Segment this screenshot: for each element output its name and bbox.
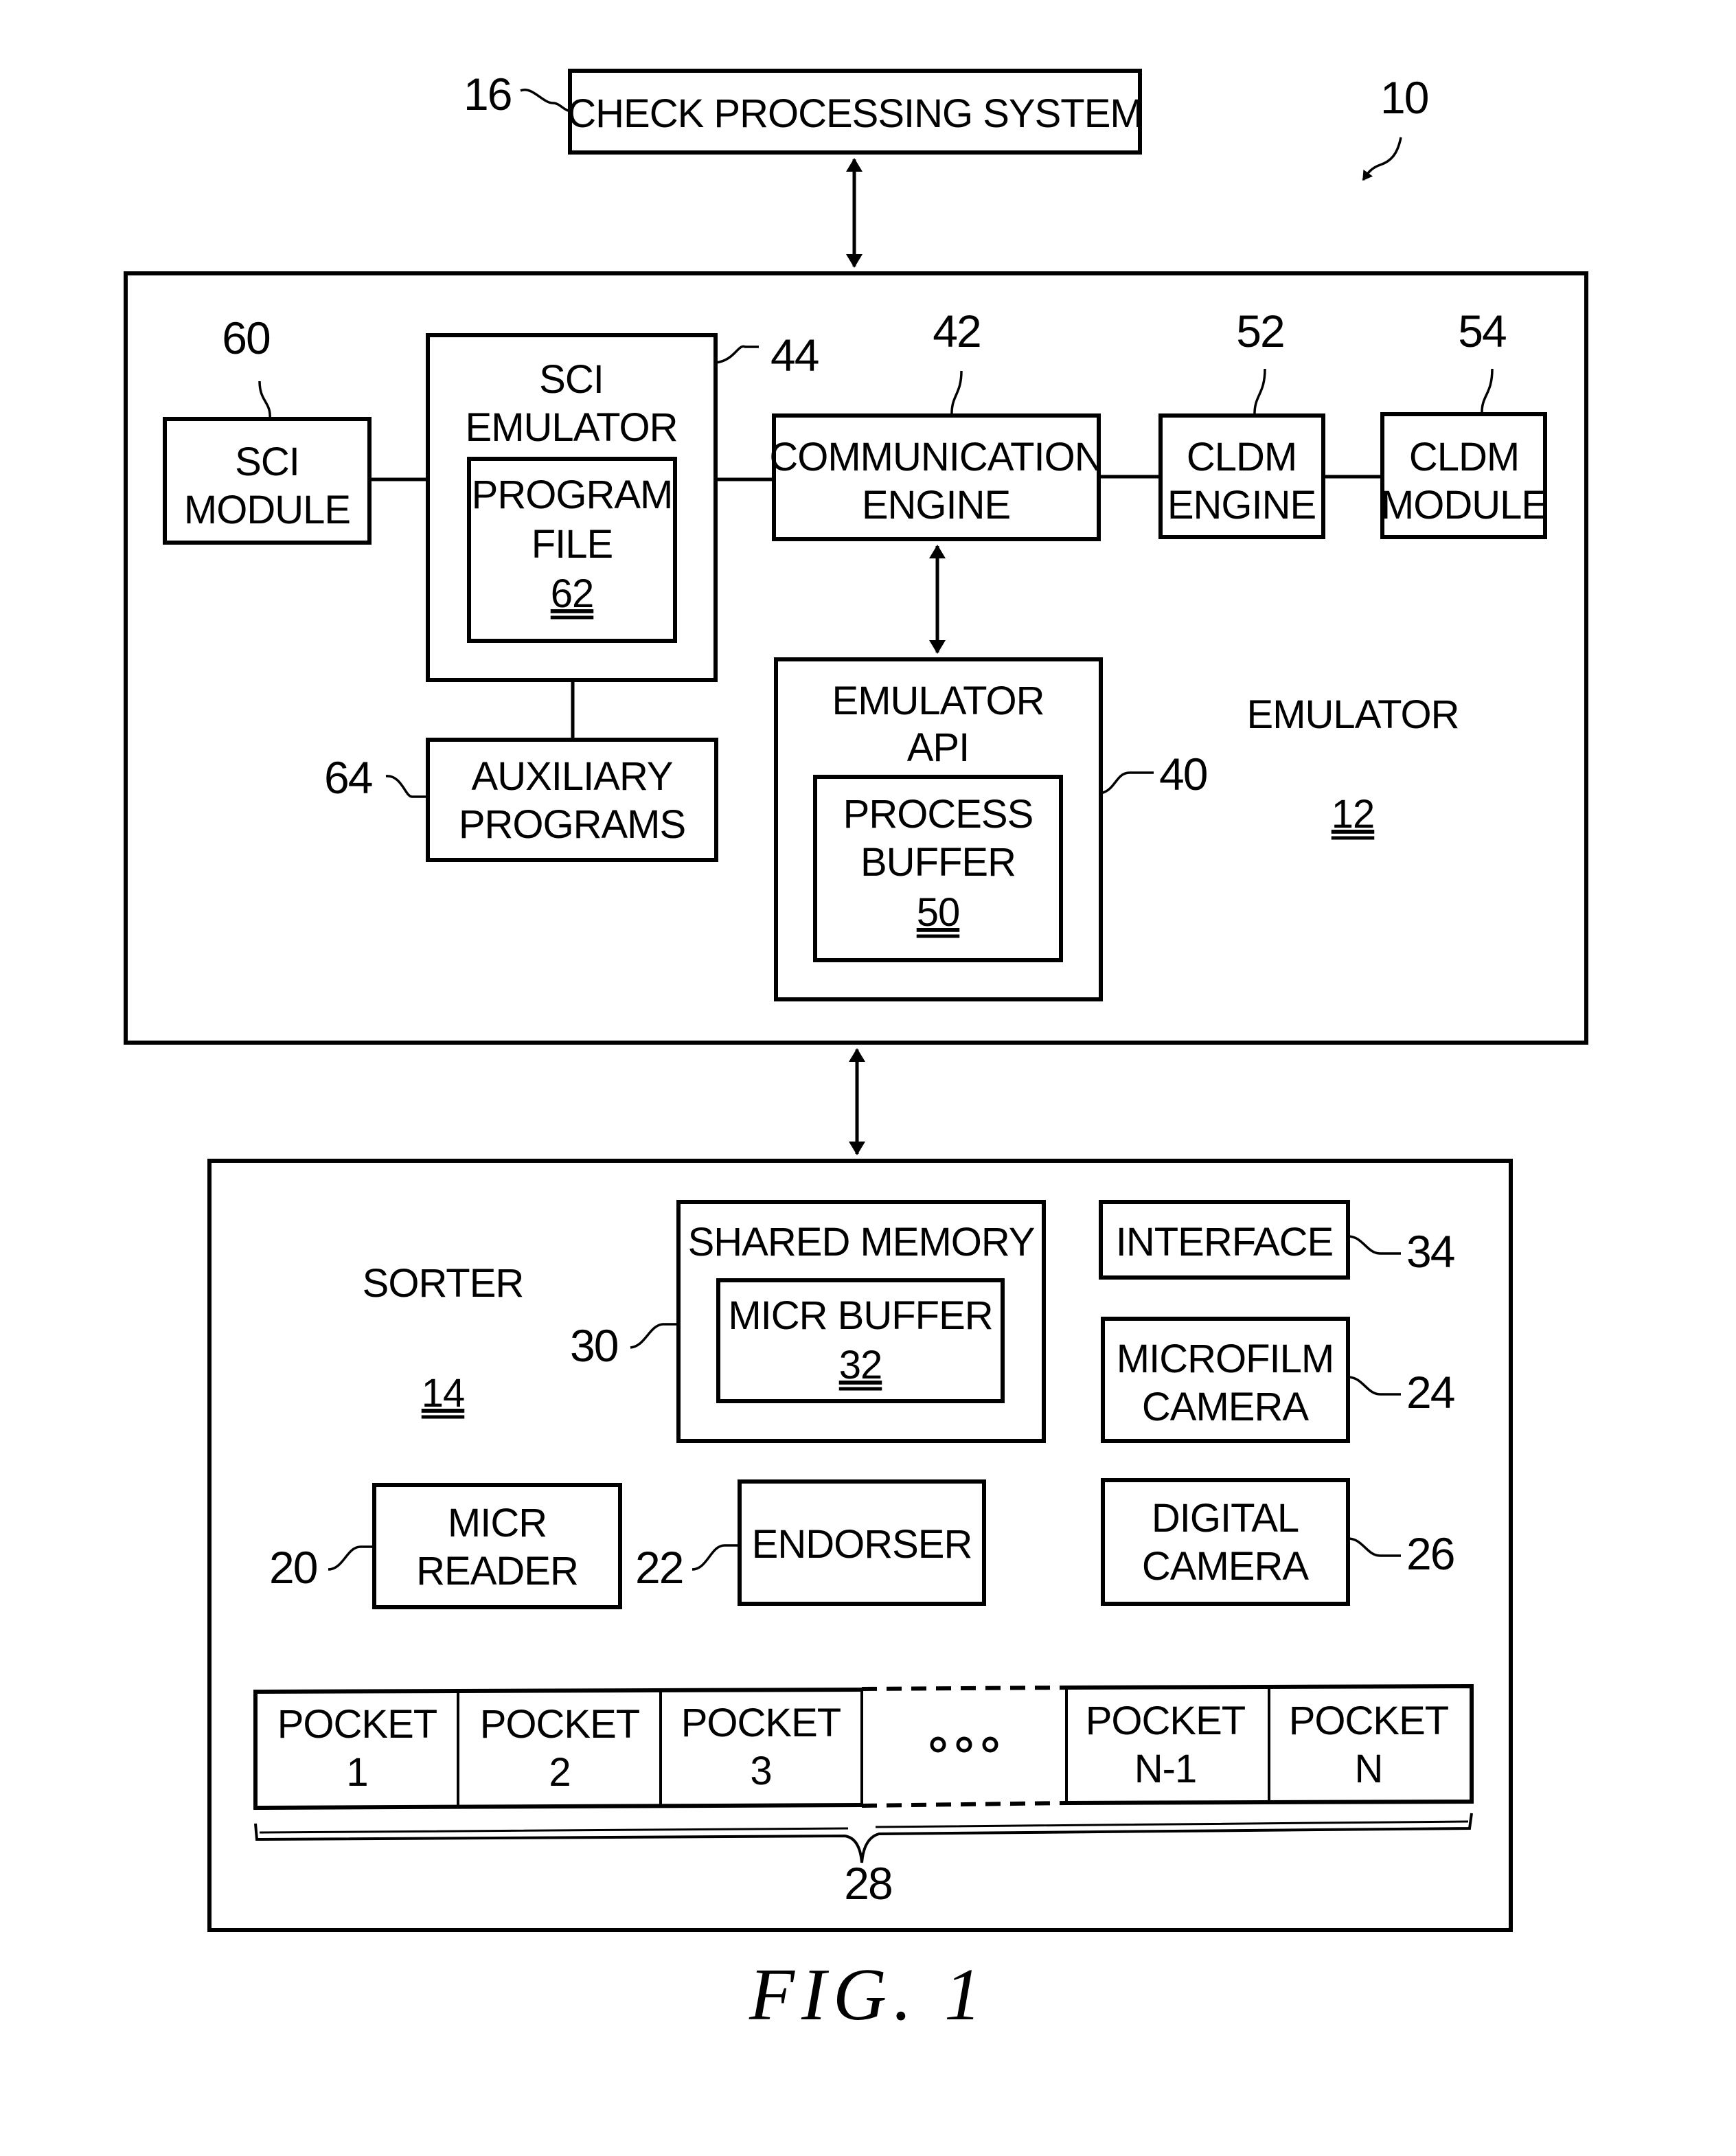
communication-engine-label-2: ENGINE <box>862 483 1010 527</box>
sci-module-label-1: SCI <box>235 440 299 484</box>
ref-30: 30 <box>570 1320 618 1371</box>
pocket-label: POCKET <box>480 1702 640 1747</box>
digital-camera-label-1: DIGITAL <box>1152 1496 1299 1541</box>
ref-34: 34 <box>1406 1226 1454 1277</box>
figure-caption: FIG. 1 <box>749 1954 988 2036</box>
sorter-label: SORTER <box>363 1261 524 1306</box>
patent-figure: CHECK PROCESSING SYSTEM 16 10 SCI MODULE… <box>124 69 1588 2036</box>
sci-emulator-label-2: EMULATOR <box>466 405 678 450</box>
cldm-module-label-1: CLDM <box>1409 435 1519 479</box>
cldm-engine-label-1: CLDM <box>1187 435 1297 479</box>
program-file-label-2: FILE <box>532 522 613 567</box>
ref-40: 40 <box>1159 749 1207 799</box>
interface-block: INTERFACE <box>1099 1200 1350 1280</box>
ref-24: 24 <box>1406 1367 1454 1418</box>
ref-32: 32 <box>839 1343 882 1387</box>
pocket-number: 2 <box>549 1750 570 1795</box>
cldm-engine-block: CLDM ENGINE <box>1158 413 1325 539</box>
process-buffer-label-2: BUFFER <box>860 840 1016 885</box>
ref-52: 52 <box>1236 306 1283 356</box>
ref-28: 28 <box>844 1858 891 1909</box>
microfilm-camera-label-2: CAMERA <box>1142 1385 1309 1429</box>
check-processing-system-label: CHECK PROCESSING SYSTEM <box>567 91 1142 136</box>
auxiliary-programs-block: AUXILIARY PROGRAMS <box>426 738 718 862</box>
pocket-number: 1 <box>346 1750 367 1795</box>
process-buffer-block: PROCESS BUFFER 50 <box>813 775 1063 962</box>
micr-reader-block: MICR READER <box>372 1483 622 1609</box>
emulator-block: SCI MODULE 60 SCI EMULATOR PROGRAM FILE … <box>124 271 1588 1045</box>
auxiliary-programs-label-2: PROGRAMS <box>459 802 685 847</box>
sci-emulator-label-1: SCI <box>539 357 604 402</box>
micr-reader-label-2: READER <box>416 1549 578 1593</box>
emulator-label: EMULATOR <box>1247 692 1459 737</box>
ref-16: 16 <box>464 69 511 120</box>
cldm-engine-label-2: ENGINE <box>1167 483 1316 527</box>
pocket-number: N-1 <box>1134 1747 1196 1791</box>
shared-memory-label: SHARED MEMORY <box>688 1220 1035 1264</box>
cldm-module-label-2: MODULE <box>1381 483 1547 527</box>
pocket-label: POCKET <box>1289 1699 1449 1743</box>
leader-arrow-10 <box>1362 137 1402 181</box>
sci-module-block: SCI MODULE <box>163 417 372 545</box>
micr-reader-label-1: MICR <box>448 1501 547 1545</box>
leader-16 <box>520 89 571 113</box>
pocket-number: 3 <box>750 1749 771 1793</box>
ellipsis-top-dashed <box>861 1686 1067 1691</box>
emulator-api-label-2: API <box>907 725 970 770</box>
program-file-block: PROGRAM FILE 62 <box>467 457 677 643</box>
ref-10: 10 <box>1380 72 1428 123</box>
endorser-label: ENDORSER <box>752 1522 972 1567</box>
pocket-label: POCKET <box>1086 1699 1246 1743</box>
ref-54: 54 <box>1458 306 1506 356</box>
microfilm-camera-block: MICROFILM CAMERA <box>1101 1317 1350 1443</box>
micr-buffer-block: MICR BUFFER 32 <box>716 1278 1005 1403</box>
digital-camera-label-2: CAMERA <box>1142 1544 1309 1589</box>
sorter-block: SORTER 14 SHARED MEMORY MICR BUFFER 32 3… <box>207 1159 1513 1932</box>
ref-26: 26 <box>1406 1528 1454 1579</box>
sci-emulator-block: SCI EMULATOR PROGRAM FILE 62 <box>426 333 718 682</box>
check-processing-system-block: CHECK PROCESSING SYSTEM <box>567 69 1143 155</box>
communication-engine-block: COMMUNICATION ENGINE <box>769 413 1104 541</box>
cldm-module-block: CLDM MODULE <box>1380 412 1548 539</box>
program-file-label-1: PROGRAM <box>472 473 673 517</box>
ref-60: 60 <box>222 313 270 363</box>
emulator-api-label-1: EMULATOR <box>832 679 1044 723</box>
auxiliary-programs-label-1: AUXILIARY <box>472 754 673 799</box>
ref-20: 20 <box>269 1542 317 1593</box>
ref-42: 42 <box>933 306 980 356</box>
emulator-api-block: EMULATOR API PROCESS BUFFER 50 <box>774 657 1103 1001</box>
ref-62: 62 <box>551 571 594 616</box>
micr-buffer-label: MICR BUFFER <box>728 1293 992 1338</box>
interface-label: INTERFACE <box>1116 1220 1334 1264</box>
microfilm-camera-label-1: MICROFILM <box>1117 1337 1334 1381</box>
pocket-label: POCKET <box>277 1702 437 1747</box>
communication-engine-label-1: COMMUNICATION <box>769 435 1102 479</box>
endorser-block: ENDORSER <box>738 1479 986 1606</box>
process-buffer-label-1: PROCESS <box>843 792 1033 837</box>
pocket-number: N <box>1355 1747 1383 1791</box>
pocket-label: POCKET <box>681 1701 841 1745</box>
ref-14: 14 <box>422 1371 465 1416</box>
ellipsis-bottom-dashed <box>861 1801 1067 1808</box>
ref-44: 44 <box>770 330 819 381</box>
shared-memory-block: SHARED MEMORY MICR BUFFER 32 <box>676 1200 1046 1443</box>
ref-22: 22 <box>635 1542 683 1593</box>
ref-50: 50 <box>917 890 960 935</box>
digital-camera-block: DIGITAL CAMERA <box>1101 1478 1350 1606</box>
ref-12: 12 <box>1332 792 1375 837</box>
ref-64: 64 <box>324 752 372 803</box>
sci-module-label-2: MODULE <box>184 488 350 532</box>
